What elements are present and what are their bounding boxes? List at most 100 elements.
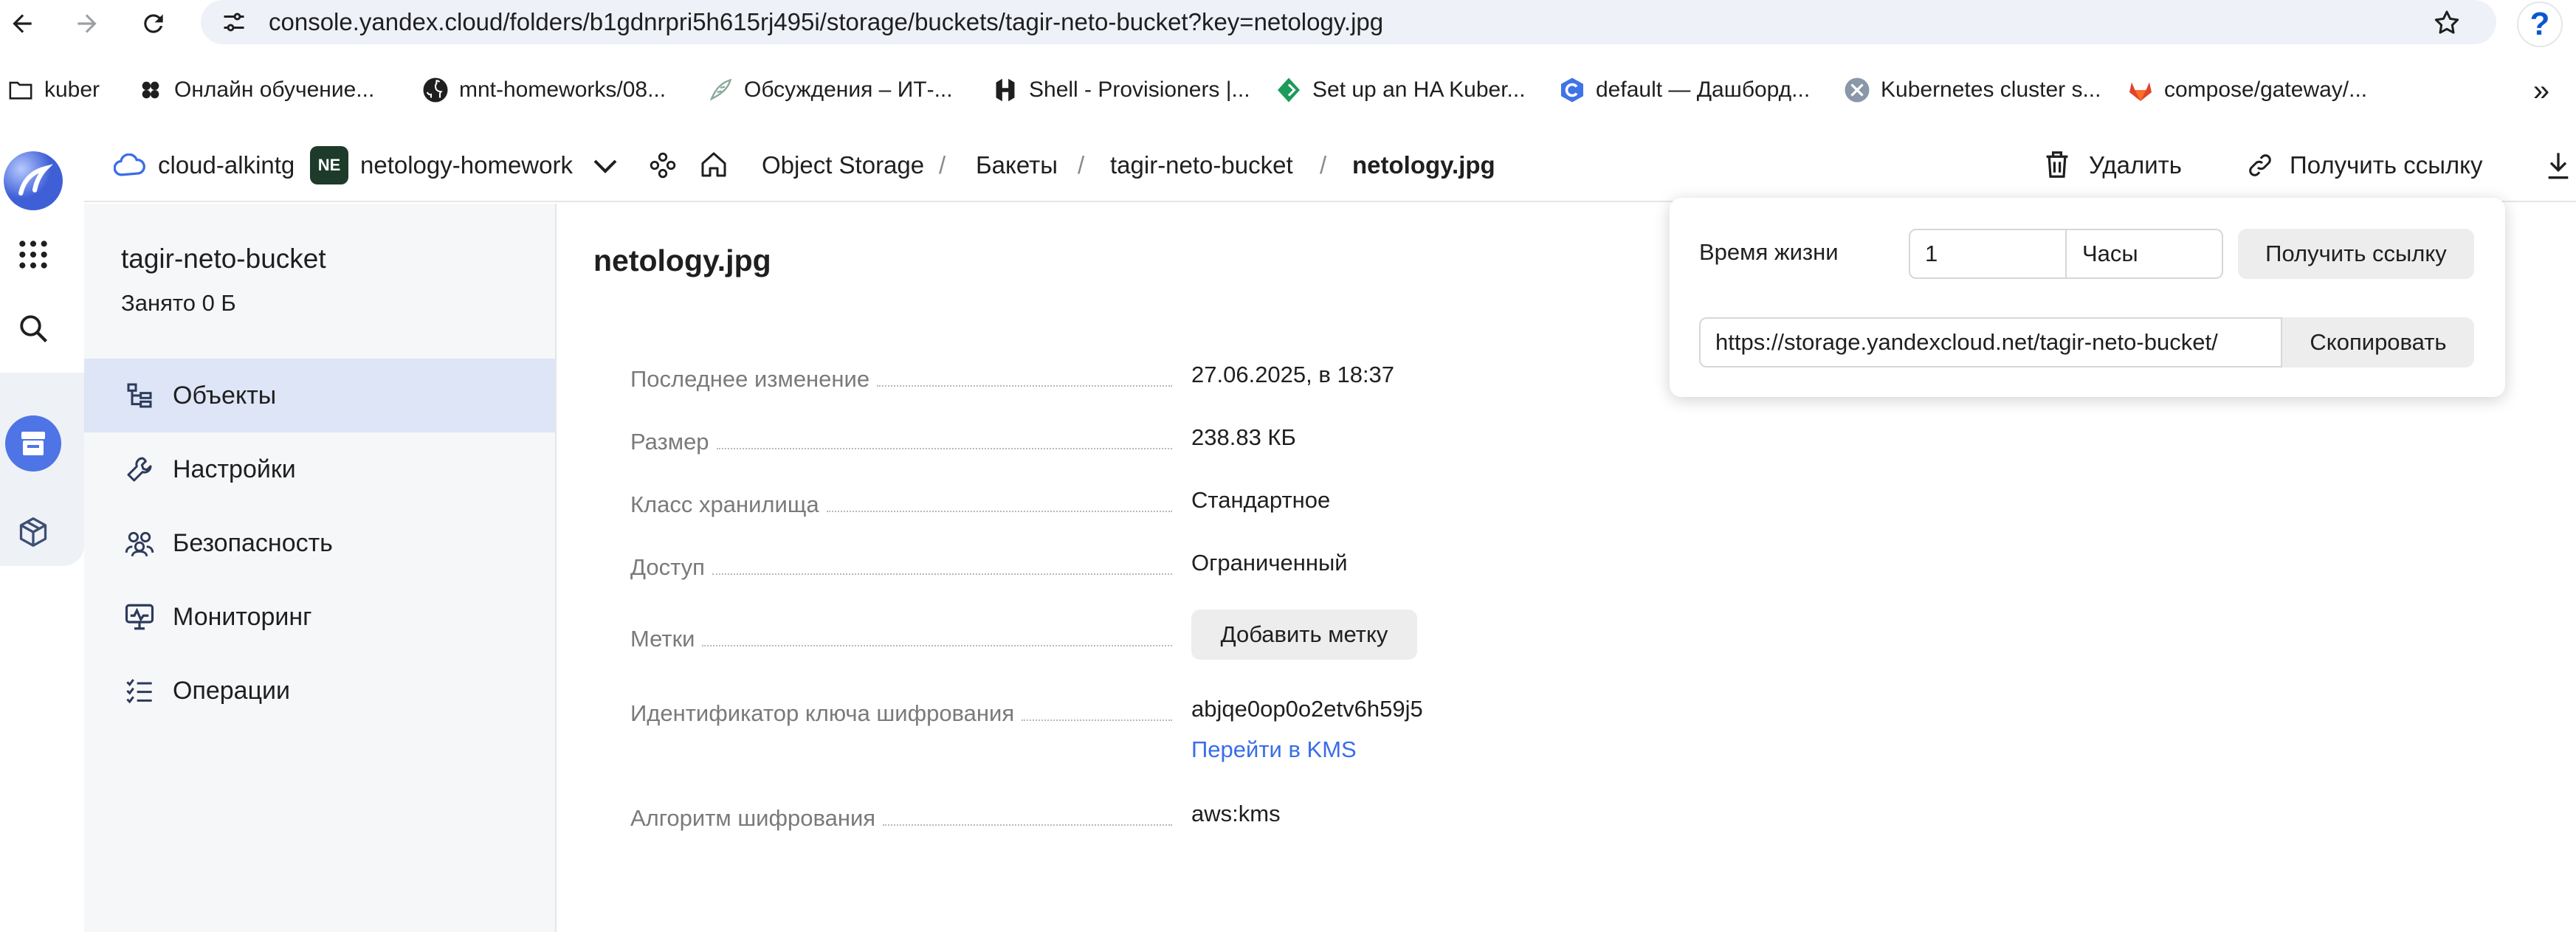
trash-icon[interactable] xyxy=(2040,148,2074,182)
prop-label: Класс хранилища xyxy=(630,491,819,517)
folder-name[interactable]: netology-homework xyxy=(360,146,573,184)
sidebar-item-label: Безопасность xyxy=(173,528,333,557)
services-graph-icon[interactable] xyxy=(647,149,679,182)
list-icon xyxy=(121,672,158,709)
dots-logo-icon xyxy=(137,77,164,103)
hashicorp-icon xyxy=(992,77,1019,103)
cube-service-icon[interactable] xyxy=(0,499,66,565)
bookmark-item[interactable]: Kubernetes cluster s... xyxy=(1844,71,2101,109)
diamond-green-icon xyxy=(1275,77,1302,103)
prop-value-algorithm: aws:kms xyxy=(1191,801,1281,826)
url-text[interactable]: console.yandex.cloud/folders/b1gdnrpri5h… xyxy=(269,6,1383,38)
ttl-label: Время жизни xyxy=(1699,239,1839,265)
prop-row: Размер xyxy=(630,420,1179,457)
bookmarks-overflow-icon[interactable]: » xyxy=(2523,72,2560,109)
bookmark-label: Shell - Provisioners |... xyxy=(1029,77,1250,102)
get-link-header-button[interactable]: Получить ссылку xyxy=(2290,146,2483,184)
wrench-icon xyxy=(121,451,158,488)
bookmark-item[interactable]: mnt-homeworks/08... xyxy=(422,71,666,109)
sidebar-item-security[interactable]: Безопасность xyxy=(84,506,555,580)
prop-row: Класс хранилища xyxy=(630,483,1179,519)
cloud-icon xyxy=(112,148,148,183)
apps-grid-icon[interactable] xyxy=(0,221,66,288)
sidebar-item-label: Объекты xyxy=(173,381,277,410)
kms-link[interactable]: Перейти в KMS xyxy=(1191,735,1357,764)
sidebar-bucket-usage: Занято 0 Б xyxy=(121,290,236,316)
objects-tree-icon xyxy=(121,377,158,414)
bookmark-item[interactable]: kuber xyxy=(7,71,100,109)
help-icon[interactable]: ? xyxy=(2517,1,2563,47)
forward-icon[interactable] xyxy=(66,3,108,44)
prop-value-key-id: abjqe0op0o2etv6h59j5 xyxy=(1191,696,1423,722)
add-tag-button[interactable]: Добавить метку xyxy=(1191,610,1417,660)
prop-row: Идентификатор ключа шифрования xyxy=(630,691,1179,728)
prop-label: Идентификатор ключа шифрования xyxy=(630,700,1015,726)
prop-value-access: Ограниченный xyxy=(1191,550,1348,576)
sidebar-item-objects[interactable]: Объекты xyxy=(84,359,555,432)
bookmark-item[interactable]: Онлайн обучение... xyxy=(137,71,374,109)
prop-row: Доступ xyxy=(630,545,1179,582)
bookmark-item[interactable]: Обсуждения – ИТ-... xyxy=(707,71,953,109)
breadcrumb-bucket[interactable]: tagir-neto-bucket xyxy=(1110,146,1293,184)
storage-service-icon[interactable] xyxy=(0,410,66,477)
ttl-input[interactable]: 1 xyxy=(1909,229,2067,279)
bookmark-label: Обсуждения – ИТ-... xyxy=(744,77,953,102)
breadcrumb-separator: / xyxy=(1078,151,1085,179)
sidebar-item-label: Мониторинг xyxy=(173,602,312,631)
breadcrumb-buckets[interactable]: Бакеты xyxy=(976,146,1058,184)
feather-icon xyxy=(707,77,734,103)
sidebar-item-settings[interactable]: Настройки xyxy=(84,432,555,506)
bookmark-label: default — Дашборд... xyxy=(1596,77,1811,102)
chevron-down-icon[interactable] xyxy=(590,152,620,182)
folder-badge: NE xyxy=(310,146,348,184)
link-icon[interactable] xyxy=(2244,149,2276,182)
sidebar-item-operations[interactable]: Операции xyxy=(84,654,555,728)
sidebar-item-label: Операции xyxy=(173,676,291,705)
prop-label: Размер xyxy=(630,429,709,455)
breadcrumb-separator: / xyxy=(1320,151,1327,179)
home-icon[interactable] xyxy=(697,148,731,182)
folder-icon xyxy=(7,77,34,103)
page-title: netology.jpg xyxy=(593,244,771,277)
bookmark-item[interactable]: default — Дашборд... xyxy=(1559,71,1810,109)
gitlab-icon xyxy=(2127,77,2154,103)
search-icon[interactable] xyxy=(0,295,66,362)
prop-value-modified: 27.06.2025, в 18:37 xyxy=(1191,362,1395,387)
monitor-icon xyxy=(121,598,158,635)
prop-row: Алгоритм шифрования xyxy=(630,796,1179,833)
reload-icon[interactable] xyxy=(133,3,174,44)
bookmark-item[interactable]: Shell - Provisioners |... xyxy=(992,71,1250,109)
prop-value-size: 238.83 КБ xyxy=(1191,424,1296,450)
ttl-unit-select[interactable]: Часы xyxy=(2065,229,2223,279)
bookmark-item[interactable]: compose/gateway/... xyxy=(2127,71,2367,109)
cloud-name[interactable]: cloud-alkintg xyxy=(158,146,295,184)
prop-label: Последнее изменение xyxy=(630,366,870,392)
sidebar-item-monitoring[interactable]: Мониторинг xyxy=(84,580,555,654)
prop-row: Метки xyxy=(630,617,1179,654)
link-output-field[interactable]: https://storage.yandexcloud.net/tagir-ne… xyxy=(1699,317,2282,367)
breadcrumb-current: netology.jpg xyxy=(1352,151,1495,179)
yandex-cloud-logo-icon[interactable] xyxy=(0,148,66,214)
github-icon xyxy=(422,77,449,103)
bookmark-item[interactable]: Set up an HA Kuber... xyxy=(1275,71,1526,109)
bookmark-label: kuber xyxy=(44,77,100,102)
bookmark-label: Set up an HA Kuber... xyxy=(1312,77,1526,102)
users-icon xyxy=(121,525,158,562)
prop-label: Метки xyxy=(630,626,695,652)
prop-value-storage-class: Стандартное xyxy=(1191,487,1331,513)
bookmark-label: mnt-homeworks/08... xyxy=(459,77,667,102)
get-link-button[interactable]: Получить ссылку xyxy=(2238,229,2474,279)
breadcrumb-separator: / xyxy=(939,151,946,179)
breadcrumb-object-storage[interactable]: Object Storage xyxy=(762,146,924,184)
delete-button[interactable]: Удалить xyxy=(2089,146,2182,184)
back-icon[interactable] xyxy=(1,3,43,44)
prop-label: Алгоритм шифрования xyxy=(630,805,876,831)
site-info-icon[interactable] xyxy=(218,7,249,38)
copy-button[interactable]: Скопировать xyxy=(2282,317,2474,367)
bookmark-label: Kubernetes cluster s... xyxy=(1881,77,2101,102)
bookmark-star-icon[interactable] xyxy=(2428,4,2465,41)
download-icon[interactable] xyxy=(2542,148,2575,183)
bookmark-label: Онлайн обучение... xyxy=(174,77,375,102)
prop-row: Последнее изменение xyxy=(630,357,1179,394)
sidebar-bucket-name: tagir-neto-bucket xyxy=(121,244,326,274)
